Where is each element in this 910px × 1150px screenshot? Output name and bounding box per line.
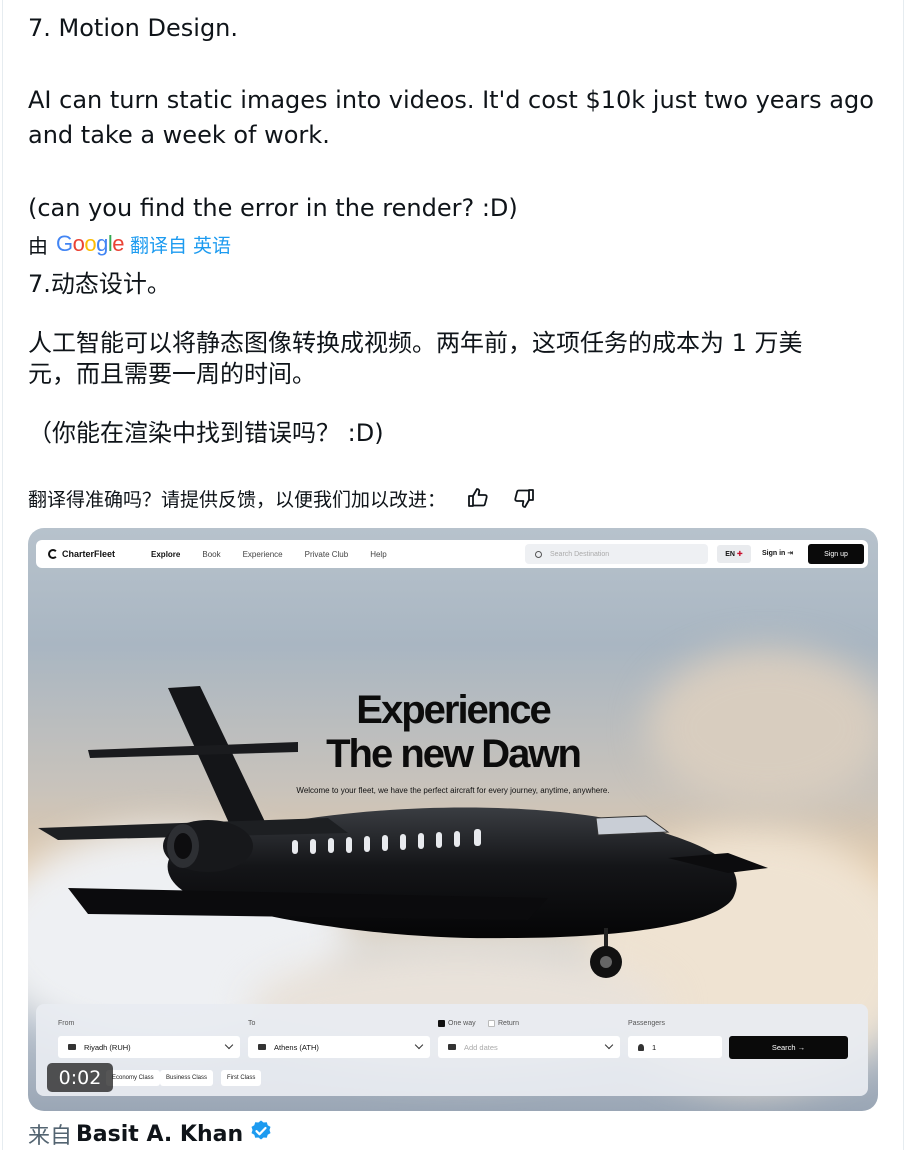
to-label: To: [248, 1020, 256, 1027]
from-value: Riyadh (RUH): [84, 1042, 131, 1052]
sign-in-label: Sign in: [762, 550, 786, 557]
frame-border-left: [2, 0, 3, 1150]
search-icon: [535, 550, 542, 558]
nav-link-book[interactable]: Book: [202, 550, 220, 559]
search-button[interactable]: Search →: [729, 1036, 848, 1059]
nav-link-experience[interactable]: Experience: [243, 550, 283, 559]
from-label: From: [58, 1020, 75, 1027]
flag-icon: ✚: [736, 551, 743, 558]
chevron-down-icon: [414, 1040, 424, 1050]
nav-links: Explore Book Experience Private Club Hel…: [151, 550, 387, 559]
thumbs-down-icon[interactable]: [510, 484, 538, 512]
destination-search-input[interactable]: Search Destination: [525, 544, 708, 564]
dates-select[interactable]: Add dates: [438, 1036, 620, 1058]
return-checkbox[interactable]: Return: [488, 1020, 519, 1027]
app-navbar: CharterFleet Explore Book Experience Pri…: [36, 540, 868, 568]
to-value: Athens (ATH): [274, 1042, 319, 1052]
sign-in-icon: ⇥: [787, 550, 794, 557]
app-logo[interactable]: CharterFleet: [48, 549, 115, 559]
to-select[interactable]: Athens (ATH): [248, 1036, 430, 1058]
checkbox-checked-icon: [438, 1020, 445, 1027]
translated-text-line: 元，而且需要一周的时间。: [28, 360, 316, 388]
translated-by: 由 Google 翻译自 英语: [28, 228, 231, 260]
checkbox-unchecked-icon: [488, 1020, 495, 1027]
dates-placeholder: Add dates: [464, 1042, 498, 1052]
video-timecode: 0:02: [47, 1063, 113, 1092]
hero-headline-line2: The new Dawn: [326, 732, 582, 776]
thumbs-up-icon[interactable]: [464, 484, 492, 512]
chevron-down-icon: [224, 1040, 234, 1050]
booking-panel: From Riyadh (RUH) To Athens (ATH) One wa…: [36, 1004, 868, 1096]
tweet-text-line: (can you find the error in the render? :…: [28, 194, 518, 222]
sign-in-link[interactable]: Sign in ⇥: [762, 549, 793, 557]
arrival-icon: [258, 1044, 266, 1050]
language-label: EN: [725, 550, 735, 558]
source-author-link[interactable]: Basit A. Khan: [76, 1122, 243, 1147]
media-source: 来自 Basit A. Khan: [28, 1118, 273, 1150]
calendar-icon: [448, 1044, 456, 1050]
class-chip-first[interactable]: First Class: [221, 1070, 262, 1086]
passengers-value: 1: [652, 1042, 657, 1052]
app-name: CharterFleet: [62, 549, 116, 559]
tweet-text-line: AI can turn static images into videos. I…: [28, 86, 874, 114]
one-way-label: One way: [448, 1020, 476, 1027]
translated-by-label: 由: [28, 233, 48, 258]
hero-subtitle: Welcome to your fleet, we have the perfe…: [296, 786, 610, 795]
source-from-label: 来自: [28, 1124, 73, 1149]
translated-from-link[interactable]: 翻译自 英语: [130, 231, 231, 258]
tweet-text-line: 7. Motion Design.: [28, 14, 239, 42]
tweet-text-line: and take a week of work.: [28, 121, 330, 149]
chevron-down-icon: [604, 1040, 614, 1050]
class-chip-business[interactable]: Business Class: [160, 1070, 214, 1086]
video-player[interactable]: CharterFleet Explore Book Experience Pri…: [28, 528, 878, 1111]
from-select[interactable]: Riyadh (RUH): [58, 1036, 240, 1058]
language-selector[interactable]: EN ✚: [717, 545, 751, 563]
nav-link-help[interactable]: Help: [370, 550, 386, 559]
departure-icon: [68, 1044, 76, 1050]
passengers-label: Passengers: [628, 1020, 665, 1027]
person-icon: [638, 1043, 644, 1051]
nav-link-explore[interactable]: Explore: [151, 550, 180, 559]
search-placeholder: Search Destination: [550, 550, 610, 558]
sign-up-button[interactable]: Sign up: [808, 544, 864, 564]
translated-text-line: 人工智能可以将静态图像转换成视频。两年前，这项任务的成本为 1 万美: [28, 329, 803, 357]
nav-link-private-club[interactable]: Private Club: [305, 550, 349, 559]
verified-badge-icon: [249, 1119, 273, 1149]
translation-feedback: 翻译得准确吗？请提供反馈，以便我们加以改进：: [28, 482, 538, 514]
frame-border-right: [903, 0, 904, 1150]
class-chip-economy[interactable]: Economy Class: [106, 1070, 160, 1086]
translated-text-line: 7.动态设计。: [28, 270, 171, 298]
logo-icon: [48, 549, 58, 559]
hero-headline-line1: Experience: [356, 688, 551, 732]
return-label: Return: [498, 1020, 520, 1027]
google-logo: Google: [56, 231, 125, 256]
passengers-input[interactable]: 1: [628, 1036, 722, 1058]
translated-text-line: （你能在渲染中找到错误吗？ :D): [28, 419, 384, 447]
feedback-prompt: 翻译得准确吗？请提供反馈，以便我们加以改进：: [28, 488, 447, 511]
one-way-checkbox[interactable]: One way: [438, 1020, 476, 1027]
